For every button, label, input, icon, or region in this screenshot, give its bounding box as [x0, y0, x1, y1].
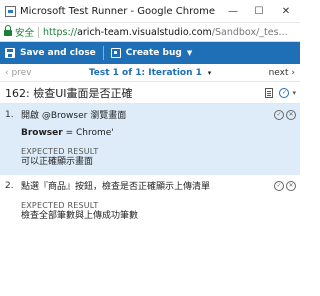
window-titlebar: Microsoft Test Runner - Google Chrome — …: [0, 0, 300, 23]
save-icon: [5, 48, 15, 58]
iteration-dropdown-icon: ▾: [207, 68, 212, 77]
runner-toolbar: Save and close Create bug ▼: [0, 42, 300, 64]
iteration-label: Test 1 of 1: Iteration 1: [88, 67, 202, 78]
create-bug-button[interactable]: Create bug ▼: [106, 42, 197, 64]
pass-step-icon[interactable]: ✓: [274, 181, 284, 191]
step-parameter: Browser = Chrome': [21, 126, 296, 140]
test-step-2[interactable]: 2. 點選『商品』按鈕，檢查是否正確顯示上傳清單 EXPECTED RESULT…: [0, 175, 300, 229]
window-title: Microsoft Test Runner - Google Chrome: [20, 5, 215, 17]
expected-result-text: 檢查全部筆數與上傳成功筆數: [21, 211, 139, 221]
save-and-close-label: Save and close: [20, 48, 96, 58]
url-host[interactable]: arich-team.visualstudio.com: [77, 27, 212, 38]
close-window-button[interactable]: ✕: [272, 0, 300, 23]
outcome-dropdown-icon[interactable]: ▾: [292, 89, 296, 97]
bug-icon: [110, 48, 121, 58]
step-number: 1.: [5, 110, 14, 120]
step-action: 點選『商品』按鈕，檢查是否正確顯示上傳清單: [21, 182, 211, 192]
url-scheme[interactable]: https://: [43, 27, 77, 38]
test-case-title: 162: 檢查UI畫面是否正確: [5, 86, 133, 100]
next-button[interactable]: next ›: [269, 68, 295, 78]
test-step-1[interactable]: 1. 開啟 @Browser 瀏覽畫面 Browser = Chrome' EX…: [0, 104, 300, 175]
test-runner-app-icon: [5, 5, 16, 17]
create-bug-dropdown-icon[interactable]: ▼: [187, 49, 192, 57]
parameter-value: = Chrome': [62, 128, 114, 138]
parameter-name: Browser: [21, 128, 63, 138]
test-case-header: 162: 檢查UI畫面是否正確 ✓ ▾: [0, 82, 300, 104]
document-icon[interactable]: [265, 87, 274, 98]
test-outcome-icon[interactable]: ✓: [279, 87, 290, 98]
fail-step-icon[interactable]: ✕: [286, 181, 296, 191]
iteration-selector[interactable]: Test 1 of 1: Iteration 1 ▾: [89, 68, 212, 78]
minimize-button[interactable]: —: [220, 0, 246, 23]
lock-icon[interactable]: [4, 25, 12, 36]
step-action: 開啟 @Browser 瀏覽畫面: [21, 111, 127, 121]
address-separator: [38, 26, 40, 38]
step-number: 2.: [5, 181, 14, 191]
expected-result-text: 可以正確顯示畫面: [21, 157, 94, 167]
prev-button[interactable]: ‹ prev: [5, 68, 32, 78]
expected-result-label: EXPECTED RESULT: [21, 201, 99, 210]
maximize-button[interactable]: ☐: [246, 0, 272, 23]
create-bug-label: Create bug: [125, 48, 182, 58]
secure-label[interactable]: 安全: [15, 25, 34, 39]
iteration-nav: ‹ prev Test 1 of 1: Iteration 1 ▾ next ›: [0, 64, 300, 82]
pass-step-icon[interactable]: ✓: [274, 110, 284, 120]
address-bar[interactable]: 安全 https:// arich-team.visualstudio.com …: [0, 23, 300, 42]
expected-result-label: EXPECTED RESULT: [21, 147, 99, 156]
fail-step-icon[interactable]: ✕: [286, 110, 296, 120]
save-and-close-button[interactable]: Save and close: [0, 42, 101, 64]
url-path[interactable]: /Sandbox/_tes...: [212, 27, 288, 38]
toolbar-divider: [102, 46, 104, 60]
